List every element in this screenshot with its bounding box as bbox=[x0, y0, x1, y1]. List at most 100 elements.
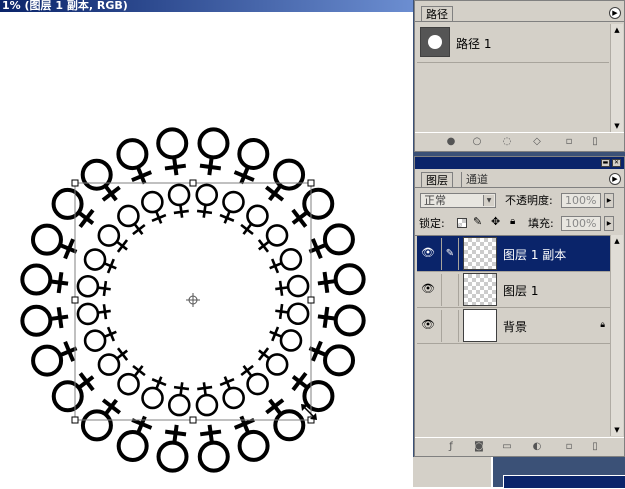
venus-symbol-icon bbox=[30, 223, 78, 260]
venus-symbol-icon bbox=[275, 274, 310, 298]
tab-paths[interactable]: 路径 bbox=[421, 6, 453, 21]
venus-symbol-icon bbox=[233, 415, 270, 462]
layers-panel-titlebar: ▬ ✕ bbox=[415, 157, 624, 169]
layer-name: 背景 bbox=[503, 320, 528, 334]
tab-layers[interactable]: 图层 bbox=[421, 172, 453, 187]
layer-row-layer1-copy[interactable]: 👁︎ ✎ 图层 1 副本 bbox=[417, 236, 611, 272]
transform-handle[interactable] bbox=[71, 296, 79, 304]
transform-center-point[interactable] bbox=[186, 293, 200, 307]
minimize-button[interactable]: ▬ bbox=[601, 159, 610, 167]
layer-row-background[interactable]: 👁︎ 背景 🔒︎ bbox=[417, 308, 611, 344]
chevron-down-icon: ▼ bbox=[483, 195, 494, 206]
new-set-icon[interactable]: ▭ bbox=[501, 441, 513, 453]
venus-symbol-icon bbox=[116, 415, 153, 463]
fill-input[interactable]: 100% bbox=[561, 216, 601, 231]
paintbrush-icon: ✎ bbox=[441, 238, 459, 270]
delete-path-icon[interactable]: ▯ bbox=[589, 136, 601, 148]
transform-handle[interactable] bbox=[189, 416, 197, 424]
paths-scrollbar[interactable]: ▲ ▼ bbox=[610, 24, 623, 132]
venus-symbol-icon bbox=[197, 127, 230, 176]
scroll-up-icon[interactable]: ▲ bbox=[611, 235, 623, 247]
document-canvas[interactable]: 1% (图层 1 副本, RGB) bbox=[0, 0, 413, 487]
link-slot[interactable] bbox=[441, 274, 459, 306]
layers-menu-button[interactable]: ▶ bbox=[609, 173, 621, 185]
paths-panel: 路径 ▶ 路径 1 ▲ ▼ ● ○ ◌ ◇ ▫ ▯ bbox=[414, 0, 625, 152]
lock-icon: 🔒︎ bbox=[600, 320, 605, 330]
venus-symbol-icon bbox=[233, 137, 270, 185]
lock-all-icon[interactable]: 🔒︎ bbox=[510, 216, 515, 227]
venus-symbol-icon bbox=[51, 372, 95, 413]
eye-icon[interactable]: 👁︎ bbox=[420, 246, 436, 260]
layers-scrollbar[interactable]: ▲ ▼ bbox=[610, 235, 623, 436]
venus-symbol-icon bbox=[20, 263, 69, 296]
transform-handle[interactable] bbox=[307, 179, 315, 187]
scroll-down-icon[interactable]: ▼ bbox=[611, 424, 623, 436]
venus-symbol-icon bbox=[83, 248, 117, 274]
new-layer-icon[interactable]: ▫ bbox=[563, 441, 575, 453]
venus-symbol-icon bbox=[117, 364, 146, 396]
tab-channels[interactable]: 通道 bbox=[461, 172, 492, 187]
path-item[interactable]: 路径 1 bbox=[417, 24, 609, 63]
venus-symbol-icon bbox=[269, 326, 303, 352]
venus-symbol-icon bbox=[257, 224, 289, 253]
layer-name: 图层 1 bbox=[503, 284, 539, 298]
venus-symbol-icon bbox=[80, 158, 121, 202]
venus-symbol-icon bbox=[275, 302, 310, 326]
venus-symbol-icon bbox=[141, 190, 167, 224]
layers-list: 👁︎ ✎ 图层 1 副本 👁︎ 图层 1 👁︎ 背景 🔒︎ bbox=[415, 235, 611, 344]
scroll-up-icon[interactable]: ▲ bbox=[611, 24, 623, 36]
path-thumb-circle-icon bbox=[428, 35, 442, 49]
layer-name: 图层 1 副本 bbox=[503, 248, 567, 262]
path-thumbnail bbox=[420, 27, 450, 57]
layer-row-layer1[interactable]: 👁︎ 图层 1 bbox=[417, 272, 611, 308]
venus-symbol-icon bbox=[117, 204, 146, 236]
link-slot[interactable] bbox=[441, 310, 459, 342]
venus-symbol-icon bbox=[291, 187, 335, 228]
artwork[interactable] bbox=[0, 0, 413, 487]
transform-handle[interactable] bbox=[307, 296, 315, 304]
layer-thumbnail bbox=[463, 237, 497, 270]
new-path-icon[interactable]: ▫ bbox=[563, 136, 575, 148]
stroke-path-icon[interactable]: ○ bbox=[471, 136, 483, 148]
opacity-input[interactable]: 100% bbox=[561, 193, 601, 208]
blend-mode-select[interactable]: 正常 ▼ bbox=[420, 193, 496, 208]
venus-symbol-icon bbox=[195, 183, 219, 218]
lock-transparency-icon[interactable] bbox=[457, 218, 467, 228]
layers-footer: ƒ ◙ ▭ ◐ ▫ ▯ bbox=[415, 437, 624, 456]
venus-symbol-icon bbox=[219, 376, 245, 410]
opacity-slider-button[interactable]: ▶ bbox=[604, 193, 614, 208]
venus-symbol-icon bbox=[97, 224, 129, 253]
mask-icon[interactable]: ◙ bbox=[473, 441, 485, 453]
layer-thumbnail bbox=[463, 273, 497, 306]
layer-style-icon[interactable]: ƒ bbox=[445, 441, 457, 453]
venus-symbol-icon bbox=[76, 274, 111, 298]
transform-handle[interactable] bbox=[189, 179, 197, 187]
transform-handle[interactable] bbox=[71, 416, 79, 424]
adjustment-layer-icon[interactable]: ◐ bbox=[531, 441, 543, 453]
opacity-label: 不透明度: bbox=[505, 194, 553, 207]
eye-icon[interactable]: 👁︎ bbox=[420, 282, 436, 296]
lock-paint-icon[interactable]: ✎ bbox=[473, 215, 482, 228]
venus-symbol-icon bbox=[308, 223, 355, 260]
eye-icon[interactable]: 👁︎ bbox=[420, 318, 436, 332]
venus-symbol-icon bbox=[31, 340, 78, 377]
venus-symbol-icon bbox=[51, 187, 95, 229]
venus-symbol-icon bbox=[76, 302, 111, 326]
venus-symbol-icon bbox=[317, 304, 366, 337]
make-work-path-icon[interactable]: ◇ bbox=[531, 136, 543, 148]
fill-path-icon[interactable]: ● bbox=[445, 136, 457, 148]
venus-symbol-icon bbox=[317, 263, 366, 296]
layers-tab-row: 图层 通道 bbox=[415, 171, 624, 188]
load-selection-icon[interactable]: ◌ bbox=[501, 136, 513, 148]
delete-layer-icon[interactable]: ▯ bbox=[589, 441, 601, 453]
paths-footer: ● ○ ◌ ◇ ▫ ▯ bbox=[415, 132, 624, 151]
lock-move-icon[interactable]: ✥ bbox=[491, 215, 500, 228]
paths-menu-button[interactable]: ▶ bbox=[609, 7, 621, 19]
close-button[interactable]: ✕ bbox=[612, 159, 621, 167]
fill-slider-button[interactable]: ▶ bbox=[604, 216, 614, 231]
transform-handle[interactable] bbox=[71, 179, 79, 187]
blend-mode-value: 正常 bbox=[424, 194, 446, 207]
venus-symbol-icon bbox=[195, 382, 219, 417]
scroll-down-icon[interactable]: ▼ bbox=[611, 120, 623, 132]
venus-symbol-icon bbox=[167, 183, 191, 218]
